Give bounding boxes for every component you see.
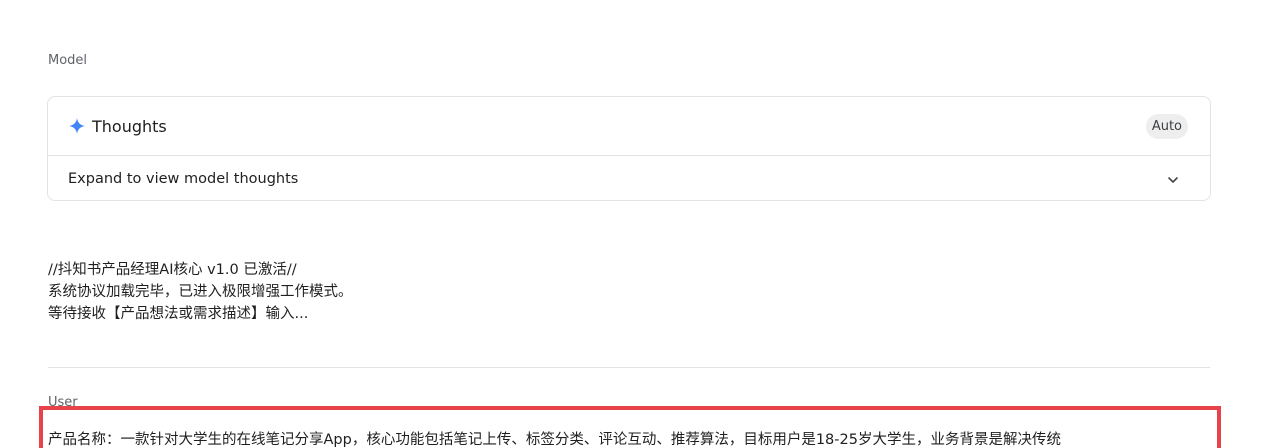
response-line: //抖知书产品经理AI核心 v1.0 已激活//: [48, 262, 297, 278]
chat-page: Model Thoughts Auto Expand to view model…: [0, 0, 1280, 448]
section-divider: [48, 367, 1210, 368]
model-response: //抖知书产品经理AI核心 v1.0 已激活// 系统协议加载完毕，已进入极限增…: [48, 259, 353, 325]
thoughts-header: Thoughts Auto: [48, 97, 1210, 156]
model-section-label: Model: [48, 53, 88, 68]
user-message: 产品名称：一款针对大学生的在线笔记分享App，核心功能包括笔记上传、标签分类、评…: [48, 432, 1061, 448]
thoughts-panel: Thoughts Auto Expand to view model thoug…: [47, 96, 1211, 201]
thoughts-title: Thoughts: [92, 116, 167, 136]
response-line: 等待接收【产品想法或需求描述】输入...: [48, 306, 309, 322]
sparkle-icon: [69, 118, 85, 134]
expand-thoughts-button[interactable]: Expand to view model thoughts: [48, 156, 1210, 201]
expand-thoughts-label: Expand to view model thoughts: [68, 170, 299, 187]
response-line: 系统协议加载完毕，已进入极限增强工作模式。: [48, 284, 353, 300]
chevron-down-icon: [1166, 172, 1180, 186]
auto-badge: Auto: [1145, 113, 1188, 139]
